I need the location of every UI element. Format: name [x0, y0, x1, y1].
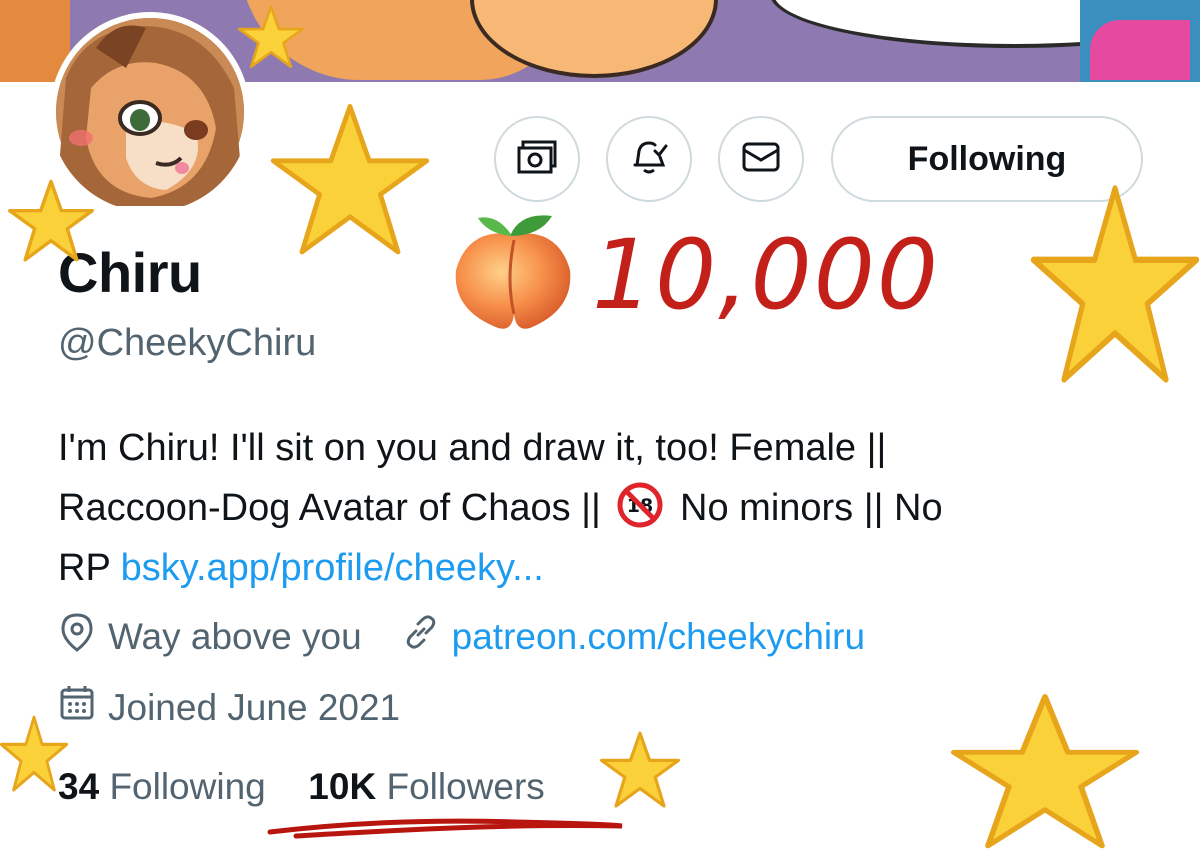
bio-line: I'm Chiru! I'll sit on you and draw it, … — [58, 427, 887, 469]
tip-button[interactable] — [494, 116, 580, 202]
joined-date: Joined June 2021 — [108, 686, 401, 728]
bio-text: No minors || No — [680, 487, 943, 529]
profile-stats: 34 Following 10K Followers — [58, 766, 545, 808]
star-icon — [1030, 185, 1200, 383]
bio-line: Raccoon-Dog Avatar of Chaos || 18 No min… — [58, 478, 1148, 538]
joined-row: Joined June 2021 — [58, 684, 400, 731]
star-icon — [7, 179, 94, 262]
bell-check-icon — [629, 137, 669, 182]
milestone-overlay: 10,000 — [448, 210, 940, 339]
bio-text: RP — [58, 547, 111, 589]
star-icon — [270, 104, 430, 255]
star-icon — [238, 5, 304, 69]
handle: @CheekyChiru — [58, 322, 317, 364]
bio-line: RP bsky.app/profile/cheeky... — [58, 538, 1148, 598]
star-icon — [0, 715, 68, 792]
money-icon — [517, 140, 557, 179]
location-text: Way above you — [108, 615, 362, 657]
followers-label: Followers — [386, 766, 545, 807]
bio: I'm Chiru! I'll sit on you and draw it, … — [58, 418, 1148, 598]
no-minors-icon: 18 — [617, 482, 663, 528]
notifications-button[interactable] — [606, 116, 692, 202]
profile-meta-row: Way above you patreon.com/cheekychiru — [58, 612, 865, 661]
following-stat[interactable]: 34 Following — [58, 766, 276, 807]
followers-count: 10K — [308, 766, 377, 807]
underline-scribble — [267, 818, 623, 839]
mail-icon — [742, 142, 780, 177]
followers-stat[interactable]: 10K Followers — [308, 766, 545, 807]
star-icon — [600, 731, 680, 808]
milestone-counter: 10,000 — [592, 218, 940, 331]
peach-icon — [448, 210, 578, 339]
link-icon — [402, 613, 452, 660]
bio-link[interactable]: bsky.app/profile/cheeky... — [121, 547, 544, 589]
bio-text: Raccoon-Dog Avatar of Chaos || — [58, 487, 601, 529]
star-icon — [950, 694, 1140, 849]
location-icon — [58, 612, 108, 661]
website-link[interactable]: patreon.com/cheekychiru — [452, 616, 865, 658]
following-label: Following — [109, 766, 266, 807]
message-button[interactable] — [718, 116, 804, 202]
